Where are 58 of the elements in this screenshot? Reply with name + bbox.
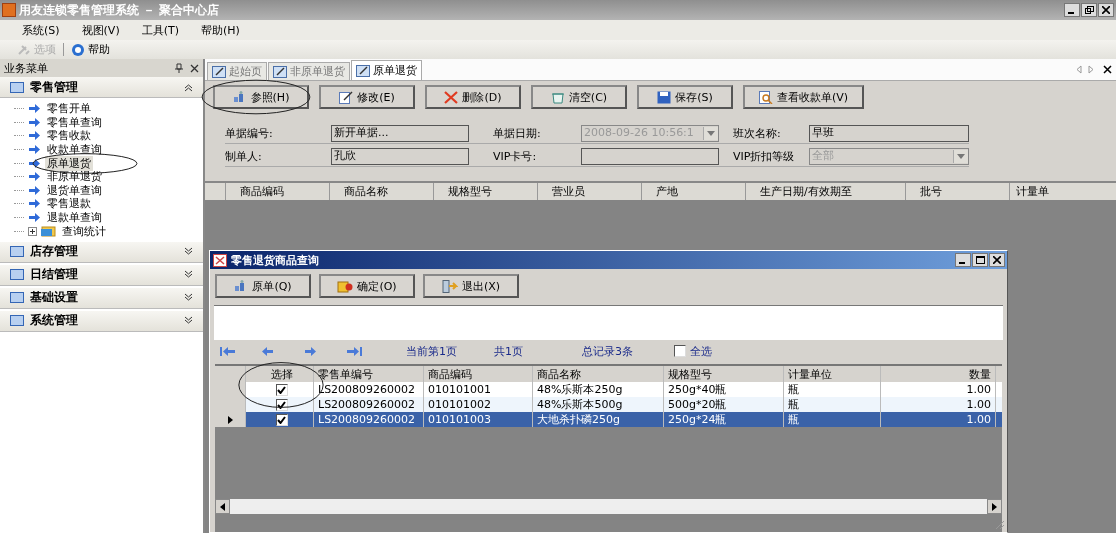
field-label: VIP折扣等级: [732, 149, 796, 164]
action-button[interactable]: 保存(S): [637, 85, 733, 109]
table-cell: 250g*24瓶: [664, 412, 784, 427]
toolbar-button[interactable]: 帮助: [68, 42, 113, 57]
dialog-button[interactable]: 原单(Q): [215, 274, 311, 298]
field-label: 制单人:: [225, 149, 263, 164]
table-row[interactable]: LS200809260002 010101001 48%乐斯本250g 250g*40瓶 瓶 1.00: [215, 382, 1002, 397]
menu-item[interactable]: 查询统计: [60, 223, 108, 239]
dialog-button[interactable]: 确定(O): [319, 274, 415, 298]
menu-item[interactable]: 退货单查询: [45, 182, 104, 198]
field-label: VIP卡号:: [492, 149, 538, 164]
menu-item[interactable]: 原单退货: [45, 155, 93, 171]
menu-item[interactable]: 退款单查询: [45, 210, 104, 226]
table-row[interactable]: LS200809260002 010101003 大地杀扑磷250g 250g*24瓶 瓶 1.00: [215, 412, 1002, 427]
select-all-checkbox[interactable]: 全选: [674, 343, 712, 359]
table-cell: 瓶: [784, 412, 881, 427]
menu-item[interactable]: 工具(T): [141, 22, 179, 38]
column-header[interactable]: 计量单: [1010, 183, 1116, 200]
action-button[interactable]: 清空(C): [531, 85, 627, 109]
table-cell: LS200809260002: [314, 412, 424, 427]
table-row[interactable]: LS200809260002 010101002 48%乐斯本500g 500g*20瓶 瓶 1.00: [215, 397, 1002, 412]
window-title: 用友连锁零售管理系统 － 聚合中心店: [19, 1, 220, 19]
menu-item[interactable]: 收款单查询: [45, 142, 104, 158]
menu-group[interactable]: 店存管理: [0, 241, 203, 263]
table-cell: 1.00: [881, 412, 996, 427]
table-cell: 010101003: [424, 412, 533, 427]
menu-item[interactable]: 视图(V): [81, 22, 120, 38]
menu-group[interactable]: 基础设置: [0, 287, 203, 309]
menu-item[interactable]: 零售单查询: [45, 114, 104, 130]
action-button[interactable]: 查看收款单(V): [743, 85, 865, 109]
field-label: 单据编号:: [225, 126, 274, 141]
input-field[interactable]: 孔欣: [331, 148, 469, 165]
panel-title: 业务菜单: [4, 60, 49, 76]
page-count: 共1页: [494, 343, 524, 359]
menu-item[interactable]: 零售开单: [45, 101, 93, 117]
action-button[interactable]: 参照(H): [213, 85, 309, 109]
document-tab[interactable]: 非原单退货: [268, 62, 350, 80]
dialog-button[interactable]: 退出(X): [423, 274, 519, 298]
menu-group[interactable]: 日结管理: [0, 264, 203, 286]
field-label: 单据日期:: [492, 126, 542, 141]
menu-item[interactable]: 零售收款: [45, 128, 93, 144]
menu-item[interactable]: 非原单退货: [45, 169, 104, 185]
document-tab[interactable]: 原单退货: [351, 60, 422, 80]
action-button[interactable]: 删除(D): [425, 85, 521, 109]
field-label: 班次名称:: [732, 126, 782, 141]
input-field[interactable]: 早班: [809, 125, 969, 142]
action-button[interactable]: 修改(E): [319, 85, 415, 109]
table-cell: 大地杀扑磷250g: [533, 412, 664, 427]
menu-group[interactable]: 系统管理: [0, 310, 203, 332]
page-info: 当前第1页: [406, 343, 458, 359]
menu-item[interactable]: 系统(S): [22, 22, 60, 38]
record-count: 总记录3条: [582, 343, 634, 359]
input-field[interactable]: 新开单据...: [331, 125, 469, 142]
menu-item[interactable]: 帮助(H): [201, 22, 240, 38]
dialog-title: 零售退货商品查询: [231, 252, 319, 268]
menu-group[interactable]: 零售管理: [0, 77, 203, 98]
document-tab[interactable]: 起始页: [207, 62, 267, 80]
menu-item[interactable]: 零售退款: [45, 196, 93, 212]
